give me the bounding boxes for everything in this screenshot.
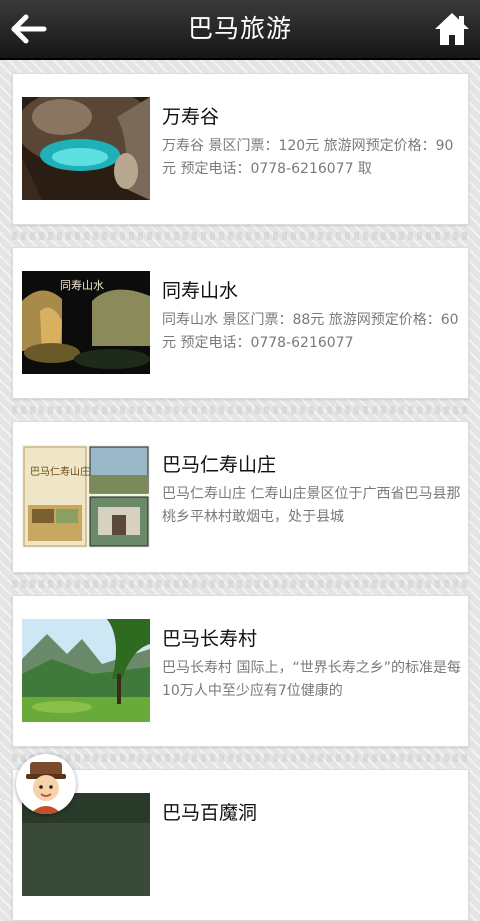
floating-avatar-icon[interactable]: [16, 754, 76, 814]
thumbnail-logo-text: 同寿山水: [60, 278, 104, 292]
attraction-name: 同寿山水: [162, 280, 239, 302]
page-title: 巴马旅游: [187, 14, 292, 43]
attraction-description: 万寿谷 景区门票：120元 旅游网预定价格：90元 预定电话：0778-6216…: [162, 138, 454, 177]
list-item[interactable]: 巴马仁寿山庄 巴马仁寿山庄 巴马仁寿山庄 仁寿山庄景区位于广西省巴马县那桃乡平林…: [12, 421, 469, 573]
list-item[interactable]: 巴马长寿村 巴马长寿村 国际上，“世界长寿之乡”的标准是每10万人中至少应有7位…: [12, 595, 469, 747]
attraction-thumbnail: [22, 619, 150, 722]
divider: [12, 754, 467, 762]
list-item[interactable]: 万寿谷 万寿谷 景区门票：120元 旅游网预定价格：90元 预定电话：0778-…: [12, 73, 469, 225]
attraction-name: 巴马仁寿山庄: [162, 454, 277, 476]
attraction-description: 同寿山水 景区门票：88元 旅游网预定价格：60元 预定电话：0778-6216…: [162, 312, 459, 351]
list-item[interactable]: 巴马百魔洞: [12, 769, 469, 921]
attraction-description: [162, 831, 462, 877]
attraction-name: 巴马长寿村: [162, 628, 258, 650]
attraction-thumbnail: [22, 97, 150, 200]
attraction-description: 巴马仁寿山庄 仁寿山庄景区位于广西省巴马县那桃乡平林村敢烟屯，处于县城: [162, 486, 461, 525]
attraction-thumbnail: 巴马仁寿山庄: [22, 445, 150, 548]
divider: [12, 232, 467, 240]
thumbnail-sign-text: 巴马仁寿山庄: [30, 465, 90, 478]
attraction-name: 万寿谷: [162, 106, 220, 128]
app-header: 巴马旅游: [0, 0, 480, 60]
divider: [12, 580, 467, 588]
home-icon[interactable]: [432, 9, 472, 49]
attraction-thumbnail: 同寿山水: [22, 271, 150, 374]
divider: [12, 406, 467, 414]
attraction-description: 巴马长寿村 国际上，“世界长寿之乡”的标准是每10万人中至少应有7位健康的: [162, 660, 461, 699]
list-item[interactable]: 同寿山水 同寿山水 同寿山水 景区门票：88元 旅游网预定价格：60元 预定电话…: [12, 247, 469, 399]
attraction-name: 巴马百魔洞: [162, 802, 258, 824]
